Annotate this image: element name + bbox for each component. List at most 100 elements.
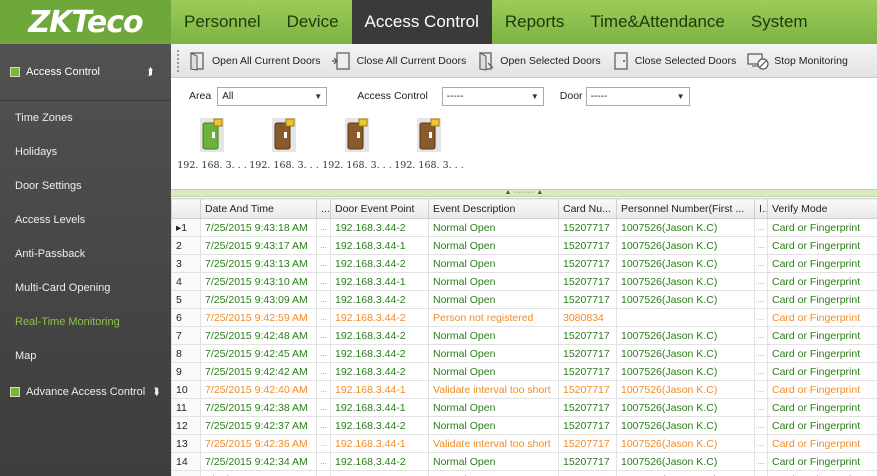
table-row[interactable]: 7 7/25/2015 9:42:48 AM... 192.168.3.44-2 No…: [171, 326, 877, 345]
cell-collapsed: ...: [316, 308, 331, 327]
cell-collapsed: ...: [316, 362, 331, 381]
sidebar-item-time-zones[interactable]: Time Zones: [0, 101, 171, 135]
close-selected-doors-label: Close Selected Doors: [634, 54, 737, 67]
cell-collapsed: ...: [316, 326, 331, 345]
door-item[interactable]: 192. 168. 3. . .: [248, 116, 320, 176]
table-row[interactable]: 11 7/25/2015 9:42:38 AM... 192.168.3.44-1 N…: [171, 398, 877, 417]
table-row[interactable]: 9 7/25/2015 9:42:42 AM... 192.168.3.44-2 No…: [171, 362, 877, 381]
cell-verify-mode: Card or Fingerprint: [767, 218, 877, 237]
event-table: Date And Time ... Door Event Point Event…: [171, 198, 877, 476]
cell-date-time: 7/25/2015 9:43:09 AM: [200, 290, 317, 309]
cell-collapsed-2: ...: [754, 452, 768, 471]
col-collapsed-2[interactable]: I...: [754, 198, 768, 219]
cell-personnel-number: 1007526(Jason K.C): [616, 344, 755, 363]
sidebar-item-anti-passback[interactable]: Anti-Passback: [0, 237, 171, 271]
menu-reports[interactable]: Reports: [492, 0, 578, 44]
open-all-doors-button[interactable]: Open All Current Doors: [183, 48, 326, 74]
table-row[interactable]: 3 7/25/2015 9:43:13 AM... 192.168.3.44-2 No…: [171, 254, 877, 273]
sidebar-section-access-control[interactable]: Access Control ⮭: [0, 44, 171, 101]
cell-card-number: 15207717: [558, 434, 617, 453]
cell-collapsed: ...: [316, 344, 331, 363]
cell-collapsed-2: ...: [754, 362, 768, 381]
panel-splitter[interactable]: ▲ ········· ▲: [171, 189, 877, 197]
table-row[interactable]: 6 7/25/2015 9:42:59 AM... 192.168.3.44-2 Pe…: [171, 308, 877, 327]
col-door-event-point[interactable]: Door Event Point: [330, 198, 429, 219]
cell-verify-mode: Card or Fingerprint: [767, 344, 877, 363]
cell-card-number: 15207717: [558, 380, 617, 399]
close-door-icon: [331, 51, 350, 70]
top-header: ZKTeco Personnel Device Access Control R…: [0, 0, 877, 44]
door-item[interactable]: 192. 168. 3. . .: [321, 116, 393, 176]
cell-verify-mode: Card or Fingerprint: [767, 272, 877, 291]
close-selected-doors-button[interactable]: Close Selected Doors: [606, 48, 742, 74]
cell-collapsed-2: ...: [754, 398, 768, 417]
row-index: 10: [171, 380, 201, 399]
col-collapsed[interactable]: ...: [316, 198, 331, 219]
sidebar-item-door-settings[interactable]: Door Settings: [0, 169, 171, 203]
cell-date-time: 7/25/2015 9:42:42 AM: [200, 362, 317, 381]
sidebar-item-access-levels[interactable]: Access Levels: [0, 203, 171, 237]
table-row[interactable]: 10 7/25/2015 9:42:40 AM... 192.168.3.44-1 V…: [171, 380, 877, 399]
menu-system[interactable]: System: [738, 0, 821, 44]
chevron-down-icon: ▼: [530, 91, 539, 101]
sidebar-item-multi-card-opening[interactable]: Multi-Card Opening: [0, 271, 171, 305]
door-locked-icon: [272, 118, 296, 152]
access-control-select[interactable]: ----- ▼: [441, 86, 544, 106]
cell-date-time: 7/25/2015 9:42:34 AM: [200, 470, 317, 476]
cell-personnel-number: 1007526(Jason K.C): [616, 362, 755, 381]
table-row[interactable]: 12 7/25/2015 9:42:37 AM... 192.168.3.44-2 N…: [171, 416, 877, 435]
area-select[interactable]: All ▼: [217, 86, 328, 106]
table-row[interactable]: 8 7/25/2015 9:42:45 AM... 192.168.3.44-2 No…: [171, 344, 877, 363]
row-index: 14: [171, 452, 201, 471]
cell-card-number: 15207717: [558, 398, 617, 417]
row-index: 3: [171, 254, 201, 273]
table-row[interactable]: 157/25/2015 9:42:34 AM...192.168.3.44-1N…: [171, 470, 877, 476]
cell-date-time: 7/25/2015 9:43:10 AM: [200, 272, 317, 291]
col-date-time[interactable]: Date And Time: [200, 198, 317, 219]
door-item[interactable]: 192. 168. 3. . .: [393, 116, 465, 176]
cell-collapsed: ...: [316, 236, 331, 255]
open-selected-doors-button[interactable]: Open Selected Doors: [471, 48, 605, 74]
cell-date-time: 7/25/2015 9:42:45 AM: [200, 344, 317, 363]
close-all-doors-button[interactable]: Close All Current Doors: [326, 48, 472, 74]
cell-date-time: 7/25/2015 9:42:38 AM: [200, 398, 317, 417]
row-index: 4: [171, 272, 201, 291]
cell-verify-mode: Card or Fingerprint: [767, 290, 877, 309]
col-card-number[interactable]: Card Nu...: [558, 198, 617, 219]
sidebar-item-map[interactable]: Map: [0, 339, 171, 373]
cell-collapsed: ...: [316, 398, 331, 417]
col-event-description[interactable]: Event Description: [428, 198, 559, 219]
cell-door-event-point: 192.168.3.44-1: [330, 470, 429, 476]
col-personnel-number[interactable]: Personnel Number(First ...: [616, 198, 755, 219]
sidebar: Access Control ⮭ Time Zones Holidays Doo…: [0, 44, 171, 476]
table-row[interactable]: ▸1 7/25/2015 9:43:18 AM... 192.168.3.44-2 N…: [171, 218, 877, 237]
door-item[interactable]: 192. 168. 3. . .: [176, 116, 248, 176]
menu-time-attendance[interactable]: Time&Attendance: [577, 0, 738, 44]
table-row[interactable]: 2 7/25/2015 9:43:17 AM... 192.168.3.44-1 No…: [171, 236, 877, 255]
cell-card-number: 15207717: [558, 470, 617, 476]
col-verify-mode[interactable]: Verify Mode: [767, 198, 877, 219]
row-index: 8: [171, 344, 201, 363]
cell-personnel-number: 1007526(Jason K.C): [616, 452, 755, 471]
sidebar-item-real-time-monitoring[interactable]: Real-Time Monitoring: [0, 305, 171, 339]
table-row[interactable]: 4 7/25/2015 9:43:10 AM... 192.168.3.44-1 No…: [171, 272, 877, 291]
menu-access-control[interactable]: Access Control: [351, 0, 492, 44]
menu-personnel[interactable]: Personnel: [171, 0, 274, 44]
cell-event-description: Normal Open: [428, 326, 559, 345]
cell-collapsed-2: ...: [754, 218, 768, 237]
cell-door-event-point: 192.168.3.44-2: [330, 308, 429, 327]
chevron-down-icon: ▼: [676, 91, 685, 101]
area-value: All: [222, 90, 234, 102]
menu-device[interactable]: Device: [274, 0, 352, 44]
section-icon: [10, 387, 20, 397]
sidebar-item-holidays[interactable]: Holidays: [0, 135, 171, 169]
door-select[interactable]: ----- ▼: [585, 86, 690, 106]
table-row[interactable]: 14 7/25/2015 9:42:34 AM... 192.168.3.44-2 N…: [171, 452, 877, 471]
stop-monitoring-button[interactable]: Stop Monitoring: [741, 48, 853, 74]
cell-personnel-number: 1007526(Jason K.C): [616, 290, 755, 309]
door-locked-icon: [417, 118, 441, 152]
table-row[interactable]: 13 7/25/2015 9:42:36 AM... 192.168.3.44-1 V…: [171, 434, 877, 453]
sidebar-section-advance[interactable]: Advance Access Control ⮯: [0, 375, 171, 409]
table-row[interactable]: 5 7/25/2015 9:43:09 AM... 192.168.3.44-2 No…: [171, 290, 877, 309]
cell-verify-mode: Card or Fingerprint: [767, 416, 877, 435]
